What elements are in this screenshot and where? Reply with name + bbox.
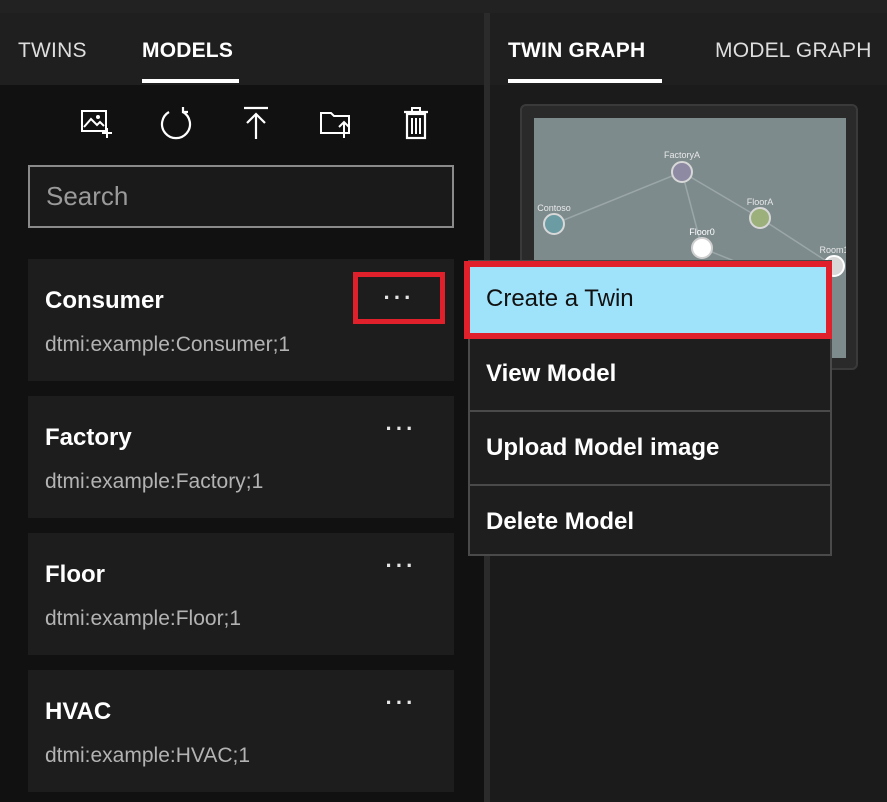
upload-folder-button[interactable]: [314, 98, 358, 148]
active-tab-underline: [142, 79, 239, 83]
delete-all-button[interactable]: [394, 98, 438, 148]
menu-item-delete-model[interactable]: Delete Model: [470, 484, 830, 558]
graph-node-floor0[interactable]: Floor0: [689, 227, 715, 259]
more-options-button[interactable]: ···: [361, 545, 441, 587]
more-options-button[interactable]: ···: [361, 682, 441, 724]
delete-icon: [404, 107, 428, 140]
model-name: HVAC: [45, 698, 112, 725]
upload-folder-icon: [320, 112, 350, 138]
tab-model-graph[interactable]: MODEL GRAPH: [715, 39, 872, 63]
model-card-factory[interactable]: Factory dtmi:example:Factory;1 ···: [28, 396, 454, 518]
refresh-icon: [160, 107, 192, 140]
menu-item-view-model[interactable]: View Model: [470, 336, 830, 410]
model-id: dtmi:example:Consumer;1: [45, 333, 291, 356]
more-options-button[interactable]: ···: [361, 408, 441, 450]
tab-models[interactable]: MODELS: [142, 39, 233, 63]
search-input[interactable]: [28, 165, 454, 228]
model-id: dtmi:example:HVAC;1: [45, 744, 251, 767]
model-card-hvac[interactable]: HVAC dtmi:example:HVAC;1 ···: [28, 670, 454, 792]
model-card-consumer[interactable]: Consumer dtmi:example:Consumer;1 ···: [28, 259, 454, 381]
graph-node-label: FactoryA: [664, 150, 700, 160]
model-id: dtmi:example:Floor;1: [45, 607, 242, 630]
model-context-menu: Create a Twin View Model Upload Model im…: [468, 260, 832, 556]
left-tab-bar: TWINS MODELS: [0, 13, 484, 85]
menu-item-create-twin[interactable]: Create a Twin: [470, 262, 830, 336]
more-options-button[interactable]: ···: [353, 272, 445, 324]
model-id: dtmi:example:Factory;1: [45, 470, 264, 493]
upload-model-button[interactable]: [234, 98, 278, 148]
model-name: Consumer: [45, 287, 164, 314]
graph-node-label: Room1: [819, 245, 846, 255]
models-toolbar: [0, 98, 484, 148]
upload-icon: [244, 106, 268, 139]
graph-node-label: FloorA: [747, 197, 774, 207]
refresh-button[interactable]: [154, 98, 198, 148]
tab-twins[interactable]: TWINS: [18, 39, 87, 63]
graph-node-label: Contoso: [537, 203, 571, 213]
model-name: Floor: [45, 561, 105, 588]
graph-node-floora[interactable]: FloorA: [747, 197, 774, 229]
models-panel: TWINS MODELS Search Consumer dtmi:exampl…: [0, 13, 484, 802]
menu-item-upload-model-image[interactable]: Upload Model image: [470, 410, 830, 484]
app-window: TWINS MODELS Search Consumer dtmi:exampl…: [0, 0, 887, 802]
model-name: Factory: [45, 424, 132, 451]
active-tab-underline: [508, 79, 662, 83]
model-card-floor[interactable]: Floor dtmi:example:Floor;1 ···: [28, 533, 454, 655]
top-bar: [0, 0, 887, 13]
upload-model-image-icon: [81, 110, 112, 138]
tab-twin-graph[interactable]: TWIN GRAPH: [508, 39, 645, 63]
right-tab-bar: TWIN GRAPH MODEL GRAPH: [490, 13, 887, 85]
graph-node-label: Floor0: [689, 227, 715, 237]
upload-model-image-button[interactable]: [74, 98, 118, 148]
